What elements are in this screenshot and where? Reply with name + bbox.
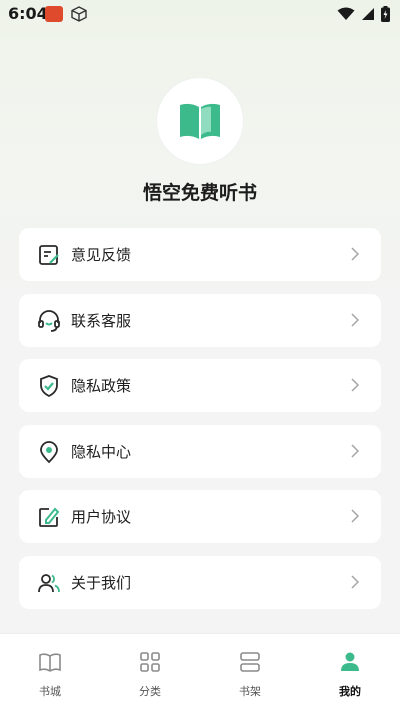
- location-pin-icon: [40, 440, 58, 463]
- tab-mine[interactable]: 我的: [300, 634, 400, 712]
- open-book-logo-icon: [180, 103, 220, 139]
- signal-icon: [362, 8, 374, 20]
- menu-item-user-agreement[interactable]: 用户协议: [19, 490, 381, 543]
- menu-item-privacy-policy[interactable]: 隐私政策: [19, 359, 381, 412]
- tab-label: 书架: [239, 685, 261, 698]
- menu-item-about-us[interactable]: 关于我们: [19, 555, 381, 609]
- person-icon: [341, 652, 359, 671]
- app-logo: [157, 78, 243, 164]
- bottom-tab-bar: 书城 分类 书架 我的: [0, 633, 400, 712]
- chevron-right-icon: [351, 247, 359, 261]
- menu-item-label: 联系客服: [71, 311, 132, 330]
- chevron-right-icon: [351, 378, 359, 392]
- app-name: 悟空免费听书: [142, 182, 257, 204]
- edit-document-icon: [39, 507, 60, 527]
- menu-item-contact-service[interactable]: 联系客服: [19, 293, 381, 347]
- tab-category[interactable]: 分类: [100, 634, 200, 712]
- wifi-icon: [337, 7, 355, 20]
- settings-menu: 意见反馈 联系客服 隐私政策 隐私中心 用户协议 关于我们: [19, 228, 381, 621]
- notification-app-icon: [45, 6, 63, 22]
- chevron-right-icon: [351, 443, 359, 458]
- chevron-right-icon: [351, 312, 359, 327]
- shield-check-icon: [40, 375, 58, 398]
- menu-item-label: 关于我们: [71, 573, 132, 592]
- users-icon: [38, 573, 60, 592]
- tab-bookstore[interactable]: 书城: [0, 634, 100, 712]
- tab-label: 书城: [39, 685, 61, 698]
- battery-icon: [381, 6, 390, 22]
- chevron-right-icon: [351, 509, 359, 523]
- feedback-icon: [39, 245, 59, 265]
- menu-item-label: 隐私政策: [71, 377, 132, 395]
- status-bar: 6:04: [0, 0, 400, 28]
- cube-icon: [71, 6, 87, 22]
- menu-item-privacy-center[interactable]: 隐私中心: [19, 424, 381, 478]
- tab-label: 我的: [339, 685, 361, 698]
- menu-item-label: 隐私中心: [71, 442, 132, 461]
- status-time: 6:04: [8, 4, 48, 23]
- grid-icon: [140, 652, 160, 672]
- menu-item-label: 意见反馈: [71, 246, 132, 264]
- shelf-icon: [240, 652, 260, 672]
- headset-icon: [38, 309, 60, 332]
- menu-item-label: 用户协议: [71, 508, 132, 526]
- menu-item-feedback[interactable]: 意见反馈: [19, 228, 381, 281]
- tab-label: 分类: [139, 685, 161, 698]
- chevron-right-icon: [351, 574, 359, 589]
- tab-bookshelf[interactable]: 书架: [200, 634, 300, 712]
- open-book-icon: [39, 653, 61, 672]
